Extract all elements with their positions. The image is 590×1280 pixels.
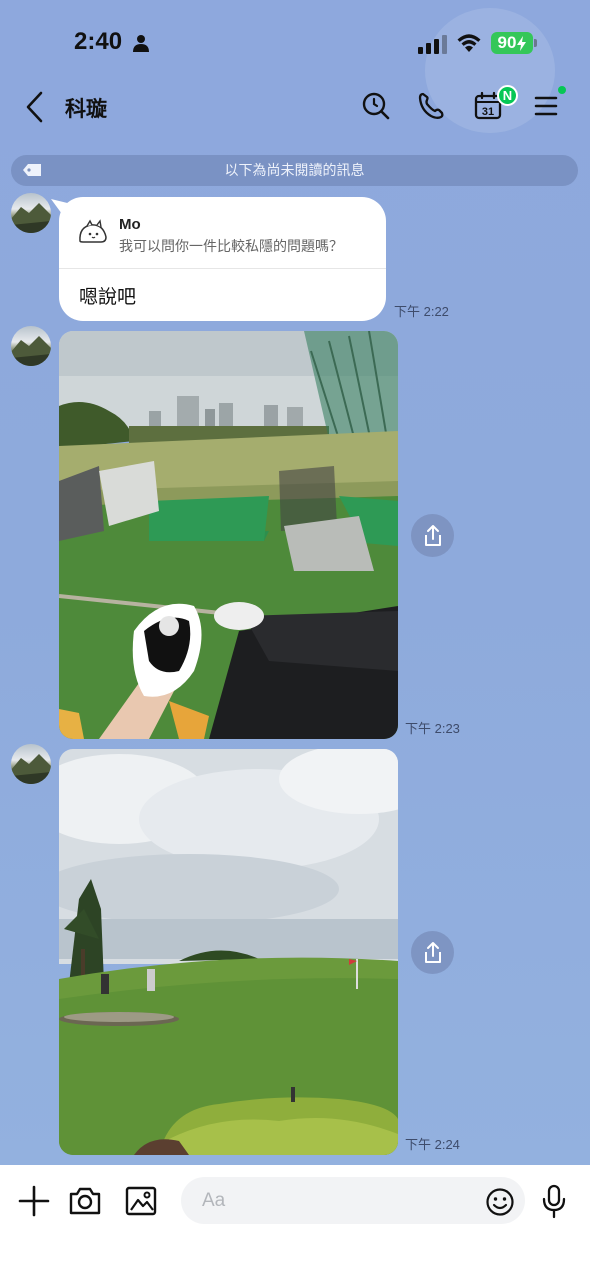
photo-message-driving-range[interactable] bbox=[59, 331, 398, 739]
chat-header: 科璇 31 N bbox=[0, 80, 590, 135]
message-input-bar bbox=[0, 1165, 590, 1280]
microphone-icon[interactable] bbox=[539, 1183, 569, 1219]
reply-message-bubble[interactable]: Mo 我可以問你一件比較私隱的問題嗎？ 嗯說吧 bbox=[59, 197, 386, 321]
charging-bolt-icon bbox=[517, 35, 527, 51]
menu-notification-dot bbox=[558, 86, 566, 94]
back-button[interactable] bbox=[22, 90, 48, 124]
share-button[interactable] bbox=[411, 931, 454, 974]
bubble-divider bbox=[59, 268, 386, 269]
quoted-sender-name: Mo bbox=[119, 216, 141, 233]
wifi-icon bbox=[457, 34, 481, 52]
status-bar: 2:40 90 bbox=[0, 0, 590, 80]
message-text: 嗯說吧 bbox=[79, 287, 137, 308]
share-icon bbox=[424, 524, 441, 546]
avatar[interactable] bbox=[11, 744, 51, 784]
message-input[interactable] bbox=[181, 1177, 525, 1224]
image-icon[interactable] bbox=[123, 1183, 159, 1219]
camera-icon[interactable] bbox=[67, 1183, 103, 1219]
quoted-message-text: 我可以問你一件比較私隱的問題嗎？ bbox=[119, 238, 343, 254]
calendar-date-text: 31 bbox=[482, 106, 494, 118]
tag-icon bbox=[23, 164, 41, 176]
emoji-icon[interactable] bbox=[485, 1187, 515, 1217]
battery-indicator: 90 bbox=[491, 32, 533, 54]
battery-cap bbox=[534, 39, 537, 47]
phone-icon[interactable] bbox=[415, 90, 447, 122]
message-timestamp: 下午 2:23 bbox=[405, 721, 460, 736]
battery-level: 90 bbox=[497, 33, 517, 52]
menu-icon[interactable] bbox=[530, 90, 562, 122]
photo-message-golf-course[interactable] bbox=[59, 749, 398, 1155]
avatar[interactable] bbox=[11, 193, 51, 233]
unread-divider: 以下為尚未閱讀的訊息 bbox=[11, 155, 578, 186]
status-time: 2:40 bbox=[74, 28, 123, 55]
message-timestamp: 下午 2:22 bbox=[394, 304, 449, 319]
message-timestamp: 下午 2:24 bbox=[405, 1137, 460, 1152]
search-icon[interactable] bbox=[360, 90, 392, 122]
sticker-avatar-icon bbox=[79, 219, 107, 243]
share-icon bbox=[424, 941, 441, 963]
chat-title[interactable]: 科璇 bbox=[65, 93, 107, 123]
unread-divider-text: 以下為尚未閱讀的訊息 bbox=[224, 162, 365, 178]
share-button[interactable] bbox=[411, 514, 454, 557]
calendar-new-badge: N bbox=[497, 85, 518, 106]
plus-icon[interactable] bbox=[16, 1183, 52, 1219]
avatar[interactable] bbox=[11, 326, 51, 366]
person-icon bbox=[133, 35, 149, 52]
cellular-signal-icon bbox=[418, 35, 447, 54]
